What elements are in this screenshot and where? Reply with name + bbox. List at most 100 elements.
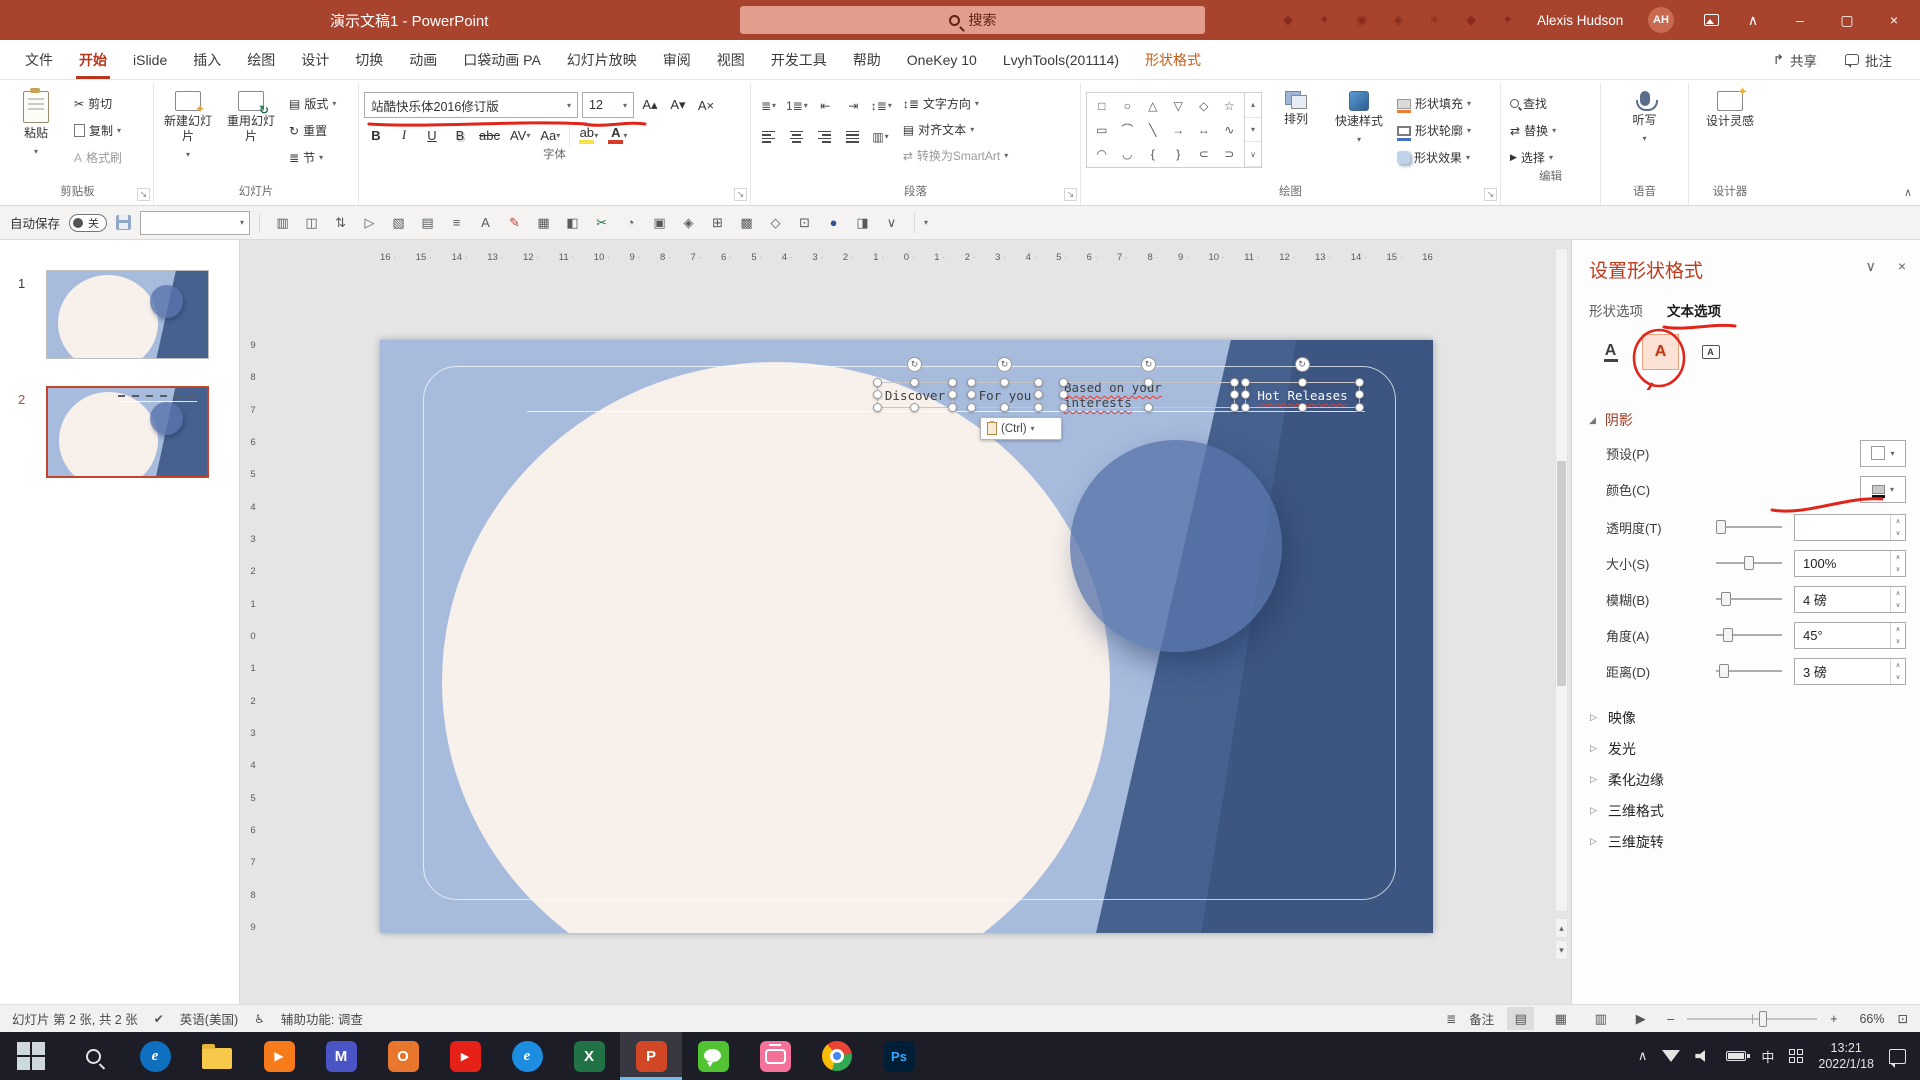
slide-textbox-hot-releases[interactable]: Hot Releases ↻ xyxy=(1241,357,1364,412)
format-painter-button[interactable]: A 格式刷 xyxy=(70,146,126,169)
transparency-slider[interactable] xyxy=(1716,520,1782,534)
selection-handle[interactable] xyxy=(1230,403,1239,412)
new-slide-button[interactable]: 新建幻灯片 ▾ xyxy=(159,86,217,162)
taskbar-chrome[interactable] xyxy=(806,1032,868,1080)
ribbon-tab[interactable]: 口袋动画 PA xyxy=(450,40,554,79)
selection-handle[interactable] xyxy=(1297,378,1307,387)
close-button[interactable]: × xyxy=(1873,0,1915,40)
rotate-handle[interactable]: ↻ xyxy=(997,357,1012,372)
touch-keyboard-icon[interactable] xyxy=(1789,1049,1804,1063)
zoom-out-button[interactable]: – xyxy=(1667,1012,1674,1026)
quick-styles-button[interactable]: 快速样式 ▾ xyxy=(1330,86,1388,147)
maximize-button[interactable]: ▢ xyxy=(1826,0,1868,40)
selection-handle[interactable] xyxy=(873,403,882,412)
replace-button[interactable]: ⇄ 替换 ▾ xyxy=(1506,119,1595,142)
taskbar-mail[interactable]: M xyxy=(310,1032,372,1080)
slide-editing-surface[interactable]: Discover ↻ For you ↻ Based on your inter… xyxy=(380,340,1433,933)
rotate-handle[interactable]: ↻ xyxy=(1294,357,1310,372)
scrollbar-thumb[interactable] xyxy=(1557,460,1566,686)
qat-icon[interactable]: ◔ xyxy=(617,211,644,235)
selection-handle[interactable] xyxy=(967,378,976,387)
align-center-button[interactable] xyxy=(784,125,809,148)
spin-down-icon[interactable]: ∨ xyxy=(1891,563,1905,576)
distance-slider[interactable] xyxy=(1716,664,1782,678)
slide-textbox-discover[interactable]: Discover ↻ xyxy=(873,357,957,412)
shape-option[interactable]: △ xyxy=(1148,99,1157,113)
selection-handle[interactable] xyxy=(1355,403,1364,412)
ribbon-tab[interactable]: 设计 xyxy=(288,40,342,79)
find-button[interactable]: 查找 xyxy=(1506,92,1595,115)
spin-up-icon[interactable]: ∧ xyxy=(1891,623,1905,636)
spin-up-icon[interactable]: ∧ xyxy=(1891,551,1905,564)
collapse-ribbon-icon[interactable]: ∧ xyxy=(1904,186,1912,199)
network-icon[interactable] xyxy=(1662,1050,1681,1062)
qat-icon[interactable]: ✎ xyxy=(501,211,528,235)
spellcheck-icon[interactable]: ✔ xyxy=(154,1012,164,1026)
qat-icon[interactable]: ⊞ xyxy=(704,211,731,235)
ribbon-tab[interactable]: OneKey 10 xyxy=(894,40,990,79)
text-shadow-button[interactable]: B xyxy=(448,123,472,147)
shape-fill-button[interactable]: 形状填充 ▾ xyxy=(1393,92,1475,115)
bullets-button[interactable]: ≣ ▾ xyxy=(756,94,781,117)
taskbar-search-button[interactable] xyxy=(62,1032,124,1080)
underline-button[interactable]: U xyxy=(420,123,444,147)
transparency-input[interactable]: ∧ ∨ xyxy=(1794,513,1906,541)
shape-option[interactable]: { xyxy=(1151,147,1155,161)
copy-button[interactable]: 复制 ▾ xyxy=(70,119,126,142)
zoom-slider[interactable] xyxy=(1687,1010,1818,1027)
pane-close-icon[interactable]: × xyxy=(1898,258,1906,275)
presenter-view-icon[interactable] xyxy=(1690,0,1732,40)
decrease-indent-button[interactable]: ⇤ xyxy=(813,94,838,117)
ribbon-tab[interactable]: 形状格式 xyxy=(1132,40,1214,79)
slide-counter[interactable]: 幻灯片 第 2 张, 共 2 张 xyxy=(12,1009,138,1028)
selection-handle[interactable] xyxy=(910,403,919,412)
shape-option[interactable]: ◇ xyxy=(1199,99,1208,113)
selection-handle[interactable] xyxy=(948,403,957,412)
qat-icon[interactable]: ▧ xyxy=(385,211,412,235)
spin-up-icon[interactable]: ∧ xyxy=(1891,515,1905,528)
selection-handle[interactable] xyxy=(967,403,976,412)
align-right-button[interactable] xyxy=(812,125,837,148)
shape-option[interactable]: ◡ xyxy=(1122,147,1132,161)
reading-view-button[interactable]: ▥ xyxy=(1587,1007,1614,1030)
selection-handle[interactable] xyxy=(1355,378,1364,387)
qat-icon[interactable]: ∨ xyxy=(878,211,905,235)
tab-shape-options[interactable]: 形状选项 xyxy=(1589,300,1643,320)
selection-handle[interactable] xyxy=(1059,403,1068,412)
taskbar-photoshop[interactable]: Ps xyxy=(868,1032,930,1080)
text-direction-button[interactable]: ↕≣ 文字方向 ▾ xyxy=(899,92,1012,115)
dictate-button[interactable]: 听写 ▾ xyxy=(1616,86,1674,146)
selection-handle[interactable] xyxy=(1355,390,1364,399)
shape-option[interactable]: ◠ xyxy=(1097,147,1107,161)
ribbon-tab[interactable]: 插入 xyxy=(180,40,234,79)
ribbon-tab[interactable]: 幻灯片放映 xyxy=(554,40,650,79)
selection-handle[interactable] xyxy=(873,378,882,387)
selection-handle[interactable] xyxy=(1059,378,1068,387)
autosave-toggle[interactable]: 关 xyxy=(69,213,108,232)
qat-icon[interactable]: A xyxy=(472,211,499,235)
ribbon-tab[interactable]: 开发工具 xyxy=(758,40,840,79)
taskbar-powerpoint[interactable]: P xyxy=(620,1032,682,1080)
ime-indicator[interactable]: 中 xyxy=(1761,1047,1774,1066)
cut-button[interactable]: ✂ 剪切 xyxy=(70,92,126,115)
slide-textbox-for-you[interactable]: For you ↻ xyxy=(967,357,1043,412)
bold-button[interactable]: B xyxy=(364,123,388,147)
qat-icon[interactable]: ⊡ xyxy=(791,211,818,235)
normal-view-button[interactable]: ▤ xyxy=(1507,1007,1535,1030)
align-text-button[interactable]: ▤ 对齐文本 ▾ xyxy=(899,118,1012,141)
slide-sorter-view-button[interactable]: ▦ xyxy=(1547,1007,1574,1030)
ribbon-tab[interactable]: LvyhTools(201114) xyxy=(990,40,1132,79)
taskbar-browser[interactable]: e xyxy=(496,1032,558,1080)
line-spacing-button[interactable]: ↕≣ ▾ xyxy=(869,94,894,117)
columns-button[interactable]: ▥ ▾ xyxy=(868,125,893,148)
reuse-slides-button[interactable]: 重用幻灯片 xyxy=(222,86,280,144)
layout-button[interactable]: ▤ 版式 ▾ xyxy=(285,92,340,115)
character-spacing-button[interactable]: AV ▾ xyxy=(507,123,533,147)
justify-button[interactable] xyxy=(840,125,865,148)
pane-section-header[interactable]: ▷ 发光 xyxy=(1572,733,1920,764)
spin-down-icon[interactable]: ∨ xyxy=(1891,527,1905,540)
pane-section-header[interactable]: ▷ 三维旋转 xyxy=(1572,826,1920,857)
dialog-launcher-icon[interactable]: ↘ xyxy=(1484,188,1497,201)
selection-handle[interactable] xyxy=(1241,390,1250,399)
fit-to-window-icon[interactable]: ⊡ xyxy=(1898,1011,1908,1026)
